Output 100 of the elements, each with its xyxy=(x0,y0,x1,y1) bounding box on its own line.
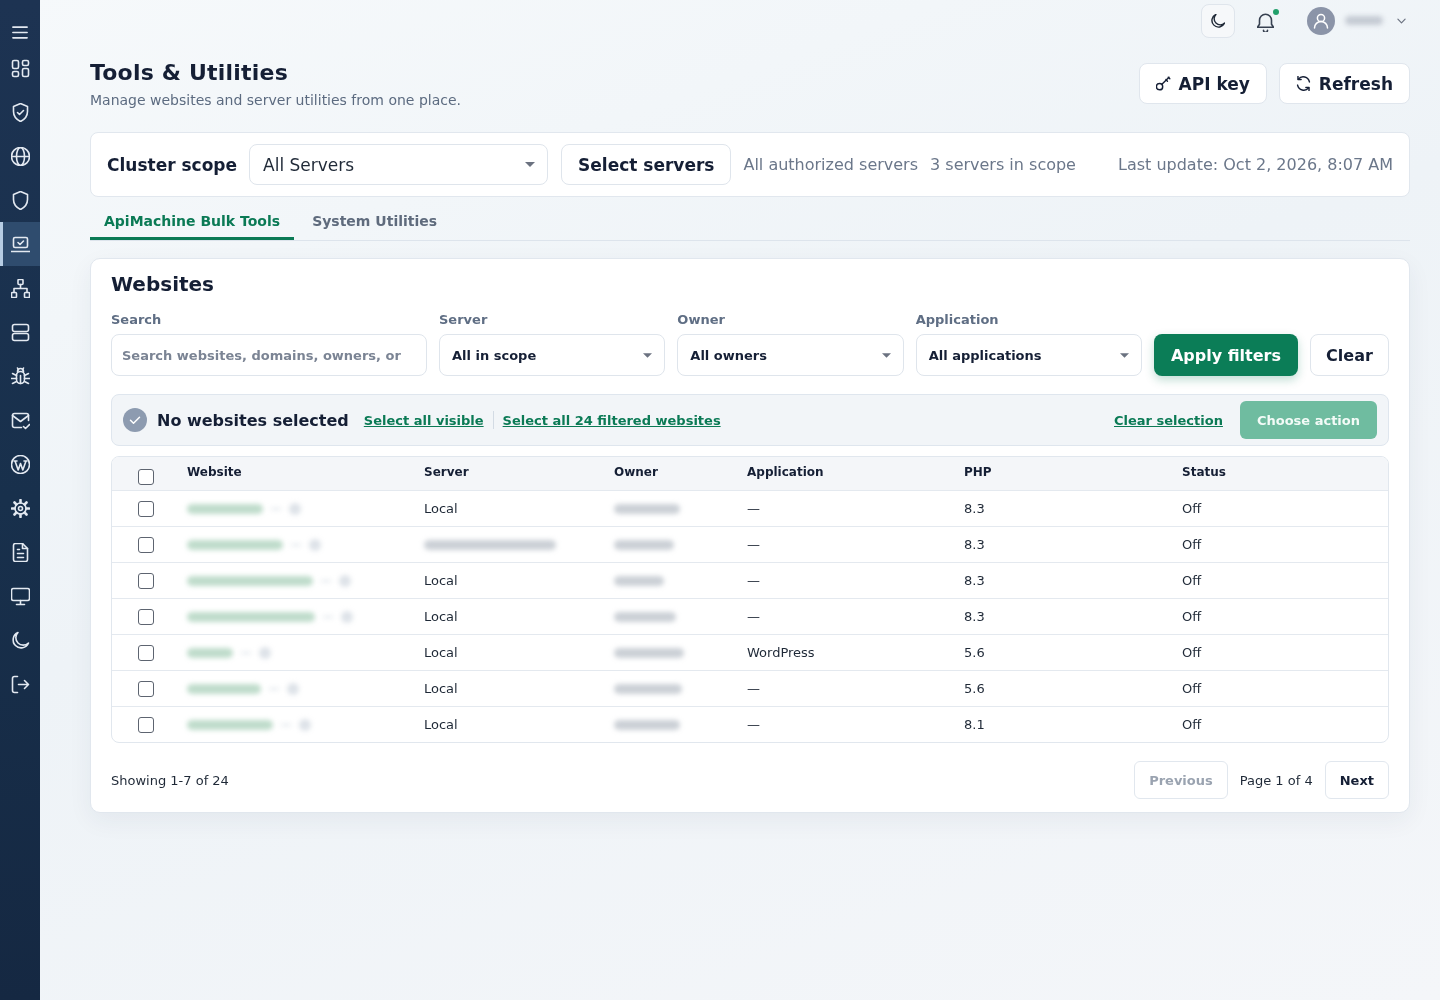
selection-status: No websites selected xyxy=(157,410,349,430)
check-circle-icon xyxy=(123,408,147,432)
table-cell: Local xyxy=(424,609,458,624)
table-cell: Off xyxy=(1182,501,1202,516)
table-cell: Off xyxy=(1182,573,1202,588)
table-cell: Local xyxy=(424,501,458,516)
table-cell: 5.6 xyxy=(964,681,985,696)
user-avatar-icon xyxy=(1307,6,1335,35)
select-all-link[interactable]: Select all visible xyxy=(363,412,484,428)
sidebar-nav-button[interactable] xyxy=(0,222,40,266)
table-cell: Off xyxy=(1182,645,1202,660)
cluster-scope-select[interactable]: All Servers xyxy=(249,144,549,185)
redacted-text xyxy=(1345,16,1383,25)
table-cell: Off xyxy=(1182,681,1202,696)
key-icon xyxy=(1155,76,1171,91)
column-header: Status xyxy=(1182,465,1226,479)
row-checkbox[interactable] xyxy=(138,644,154,661)
table-cell: 8.1 xyxy=(964,717,985,732)
caret-down-icon xyxy=(881,352,891,358)
select-servers-button[interactable]: Select servers xyxy=(561,144,732,185)
logout-icon xyxy=(10,674,30,694)
tab[interactable]: ApiMachine Bulk Tools xyxy=(90,201,295,240)
caret-down-icon xyxy=(1120,352,1129,358)
redacted-text xyxy=(614,719,680,730)
dropdown-select[interactable]: All in scope xyxy=(439,334,666,376)
monitor-icon xyxy=(10,586,30,606)
table-cell: — xyxy=(747,501,760,516)
table-cell: WordPress xyxy=(747,645,815,660)
table-cell: Local xyxy=(424,717,458,732)
redacted-text xyxy=(614,647,684,658)
table-cell: — xyxy=(747,609,760,624)
table-cell: 8.3 xyxy=(964,537,985,552)
mail-check-icon xyxy=(10,410,30,430)
column-header: PHP xyxy=(964,465,992,479)
table-cell: 5.6 xyxy=(964,645,985,660)
scope-server-count: 3 servers in scope xyxy=(930,155,1076,174)
column-header: Application xyxy=(747,465,824,479)
dropdown-select[interactable]: All owners xyxy=(677,334,904,376)
table-cell: 8.3 xyxy=(964,573,985,588)
sitemap-icon xyxy=(10,278,30,298)
redacted-text xyxy=(614,683,682,694)
document-icon xyxy=(10,542,30,562)
filter-label: Application xyxy=(915,312,1000,328)
page-subtitle: Manage websites and server utilities from one place. xyxy=(90,92,461,109)
bug-icon xyxy=(10,366,30,386)
dropdown-select[interactable]: All applications xyxy=(915,334,1142,376)
refresh-button[interactable]: Refresh xyxy=(1278,63,1410,104)
caret-down-icon xyxy=(643,352,653,358)
filter-label: Owner xyxy=(677,312,726,328)
theme-toggle-button[interactable] xyxy=(1201,3,1235,38)
user-menu-button[interactable] xyxy=(1307,6,1406,35)
apply-filters-button[interactable]: Apply filters xyxy=(1154,334,1298,376)
table-cell: Local xyxy=(424,573,458,588)
table-cell: 8.3 xyxy=(964,501,985,516)
column-header: Website xyxy=(187,465,242,479)
table-cell: — xyxy=(747,537,760,552)
scope-description: All authorized servers xyxy=(743,155,919,174)
row-checkbox[interactable] xyxy=(138,572,154,589)
table-cell: Local xyxy=(424,645,458,660)
table-cell: 8.3 xyxy=(964,609,985,624)
shield-check-icon xyxy=(10,102,30,122)
row-checkbox[interactable] xyxy=(138,500,154,517)
bell-icon xyxy=(1257,12,1274,32)
clear-selection-link[interactable]: Clear selection xyxy=(1114,412,1223,428)
row-checkbox[interactable] xyxy=(138,608,154,625)
row-checkbox[interactable] xyxy=(138,716,154,733)
server-icon xyxy=(10,322,30,342)
globe-icon xyxy=(10,146,30,166)
shield-icon xyxy=(10,190,30,210)
gear-icon xyxy=(10,498,30,518)
table-cell: Off xyxy=(1182,717,1202,732)
select-all-checkbox[interactable] xyxy=(138,468,154,485)
row-checkbox[interactable] xyxy=(138,680,154,697)
table-cell: — xyxy=(747,717,760,732)
api-key-button[interactable]: API key xyxy=(1138,63,1267,104)
menu-icon xyxy=(12,25,28,39)
tab[interactable]: System Utilities xyxy=(298,201,452,240)
column-header: Owner xyxy=(614,465,658,479)
laptop-check-icon xyxy=(10,234,30,254)
cluster-scope-label: Cluster scope xyxy=(107,154,238,175)
section-title: Websites xyxy=(111,271,216,297)
last-update-text: Last update: Oct 2, 2026, 8:07 AM xyxy=(1117,155,1393,174)
filter-label: Server xyxy=(439,312,489,328)
table-cell: — xyxy=(747,573,760,588)
next-page-button[interactable]: Next xyxy=(1324,761,1389,799)
search-field[interactable]: Search websites, domains, owners, or xyxy=(111,334,427,376)
w-logo-icon xyxy=(10,454,30,474)
redacted-text xyxy=(614,539,674,550)
table-cell: Off xyxy=(1182,537,1202,552)
select-all-link[interactable]: Select all 24 filtered websites xyxy=(502,412,721,428)
table-cell: Off xyxy=(1182,609,1202,624)
page-title: Tools & Utilities xyxy=(90,60,289,86)
clear-filters-button[interactable]: Clear xyxy=(1310,334,1389,376)
caret-down-icon xyxy=(525,162,536,167)
notifications-button[interactable] xyxy=(1257,7,1281,34)
table-cell: Local xyxy=(424,681,458,696)
redacted-text xyxy=(614,503,680,514)
row-checkbox[interactable] xyxy=(138,536,154,553)
grid-icon xyxy=(10,58,30,78)
chevron-down-icon xyxy=(1397,17,1406,24)
